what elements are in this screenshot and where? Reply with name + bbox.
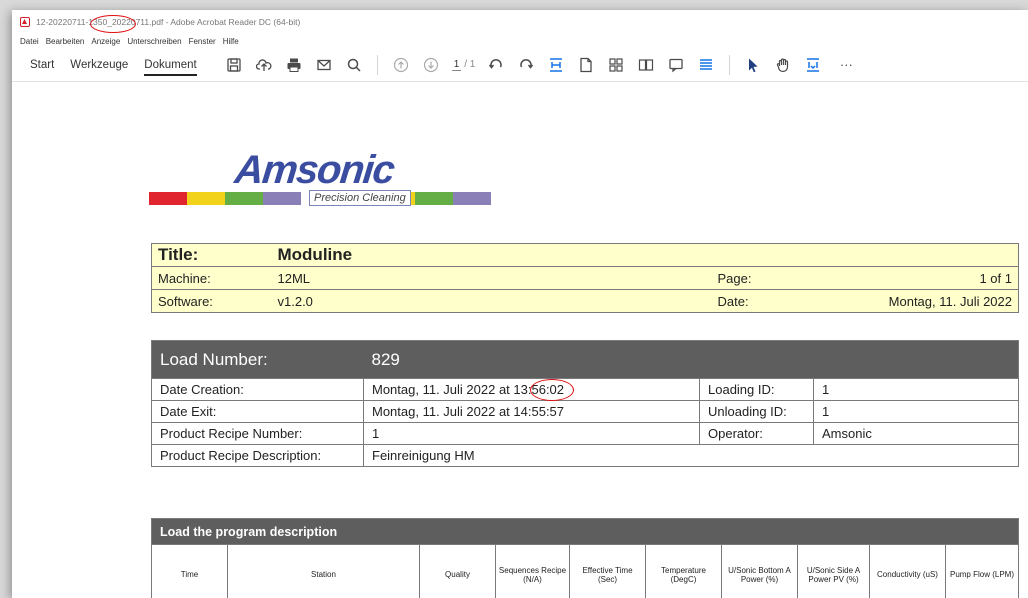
- save-icon[interactable]: [226, 57, 242, 73]
- date-label: Date:: [711, 289, 862, 313]
- tab-werkzeuge[interactable]: Werkzeuge: [70, 51, 128, 79]
- logo-stripe: [225, 192, 263, 205]
- column-header: Time: [151, 544, 228, 598]
- recipe-number-value: 1: [363, 422, 700, 445]
- title-bar: 12-20220711-1350_20220711.pdf - Adobe Ac…: [12, 10, 1028, 34]
- page-up-icon[interactable]: [393, 57, 409, 73]
- column-header: Conductivity (uS): [869, 544, 946, 598]
- toolbar-separator: [729, 54, 731, 75]
- acrobat-app-icon: [20, 17, 30, 27]
- select-icon[interactable]: [745, 57, 761, 73]
- date-creation-value: Montag, 11. Juli 2022 at 13:56:02: [363, 378, 700, 401]
- recipe-description-label: Product Recipe Description:: [151, 444, 364, 467]
- logo-wordmark: Amsonic: [232, 148, 396, 192]
- logo-tagline: Precision Cleaning: [309, 190, 411, 206]
- email-icon[interactable]: [316, 57, 332, 73]
- software-label: Software:: [151, 289, 272, 313]
- two-page-icon[interactable]: [638, 57, 654, 73]
- menu-fenster[interactable]: Fenster: [189, 37, 216, 46]
- hand-icon[interactable]: [775, 57, 791, 73]
- column-header: U/Sonic Bottom A Power (%): [721, 544, 798, 598]
- column-header: U/Sonic Side A Power PV (%): [797, 544, 870, 598]
- operator-label: Operator:: [699, 422, 814, 445]
- menu-datei[interactable]: Datei: [20, 37, 39, 46]
- page-total: / 1: [464, 58, 476, 70]
- logo-stripe: [263, 192, 301, 205]
- column-header: Station: [227, 544, 420, 598]
- print-icon[interactable]: [286, 57, 302, 73]
- load-number-value: 829: [363, 340, 1019, 379]
- page-label: Page:: [711, 266, 862, 290]
- highlight-icon[interactable]: [698, 57, 714, 73]
- title-label: Title:: [151, 243, 272, 267]
- menu-anzeige[interactable]: Anzeige: [91, 37, 120, 46]
- recipe-number-label: Product Recipe Number:: [151, 422, 364, 445]
- more-options-icon[interactable]: ···: [838, 57, 854, 73]
- logo-stripe: [149, 192, 187, 205]
- tab-start[interactable]: Start: [30, 51, 54, 79]
- window-title: 12-20220711-1350_20220711.pdf - Adobe Ac…: [36, 17, 301, 27]
- recipe-description-value: Feinreinigung HM: [363, 444, 1019, 467]
- page-value: 1 of 1: [861, 266, 1019, 290]
- page-number-input[interactable]: 1: [451, 59, 462, 71]
- machine-value: 12ML: [271, 266, 712, 290]
- loading-id-label: Loading ID:: [699, 378, 814, 401]
- software-value: v1.2.0: [271, 289, 712, 313]
- fit-width-icon[interactable]: [805, 57, 821, 73]
- date-creation-text: Montag, 11. Juli 2022 at 13:56:02: [372, 382, 565, 397]
- load-details-table: Load Number: 829 Date Creation: Montag, …: [151, 340, 1019, 467]
- amsonic-logo: Amsonic Precision Cleaning: [149, 148, 609, 210]
- thumbnails-icon[interactable]: [608, 57, 624, 73]
- date-creation-label: Date Creation:: [151, 378, 364, 401]
- title-value: Moduline: [271, 243, 1019, 267]
- rotate-left-icon[interactable]: [488, 57, 504, 73]
- machine-label: Machine:: [151, 266, 272, 290]
- single-page-icon[interactable]: [578, 57, 594, 73]
- menu-bar: Datei Bearbeiten Anzeige Unterschreiben …: [12, 34, 1028, 48]
- menu-hilfe[interactable]: Hilfe: [223, 37, 239, 46]
- program-heading: Load the program description: [151, 518, 1019, 545]
- column-header: Effective Time (Sec): [569, 544, 646, 598]
- date-value: Montag, 11. Juli 2022: [861, 289, 1019, 313]
- logo-stripe: [453, 192, 491, 205]
- comment-icon[interactable]: [668, 57, 684, 73]
- column-header: Temperature (DegC): [645, 544, 722, 598]
- document-info-table: Title: Moduline Machine: 12ML Page: 1 of…: [151, 243, 1019, 313]
- search-icon[interactable]: [346, 57, 362, 73]
- column-header: Quality: [419, 544, 496, 598]
- rotate-right-icon[interactable]: [518, 57, 534, 73]
- column-header: Pump Flow (LPM): [945, 544, 1019, 598]
- fit-page-icon[interactable]: [548, 57, 564, 73]
- date-exit-value: Montag, 11. Juli 2022 at 14:55:57: [363, 400, 700, 423]
- unloading-id-label: Unloading ID:: [699, 400, 814, 423]
- unloading-id-value: 1: [813, 400, 1019, 423]
- tab-dokument[interactable]: Dokument: [144, 51, 198, 79]
- load-number-label: Load Number:: [151, 340, 364, 379]
- date-exit-label: Date Exit:: [151, 400, 364, 423]
- operator-value: Amsonic: [813, 422, 1019, 445]
- page-down-icon[interactable]: [423, 57, 439, 73]
- loading-id-value: 1: [813, 378, 1019, 401]
- logo-stripe: [187, 192, 225, 205]
- upload-icon[interactable]: [255, 57, 272, 73]
- menu-bearbeiten[interactable]: Bearbeiten: [46, 37, 85, 46]
- main-toolbar: Start Werkzeuge Dokument 1/ 1 ···: [12, 48, 1028, 82]
- toolbar-separator: [376, 54, 378, 75]
- logo-stripe: [415, 192, 453, 205]
- column-header: Sequences Recipe (N/A): [495, 544, 570, 598]
- program-description-table: Load the program description Time Statio…: [151, 518, 1019, 598]
- page-indicator: 1/ 1: [451, 58, 476, 71]
- acrobat-window: 12-20220711-1350_20220711.pdf - Adobe Ac…: [12, 10, 1028, 598]
- menu-unterschreiben[interactable]: Unterschreiben: [127, 37, 181, 46]
- document-view: Amsonic Precision Cleaning Title: Moduli…: [12, 82, 1028, 598]
